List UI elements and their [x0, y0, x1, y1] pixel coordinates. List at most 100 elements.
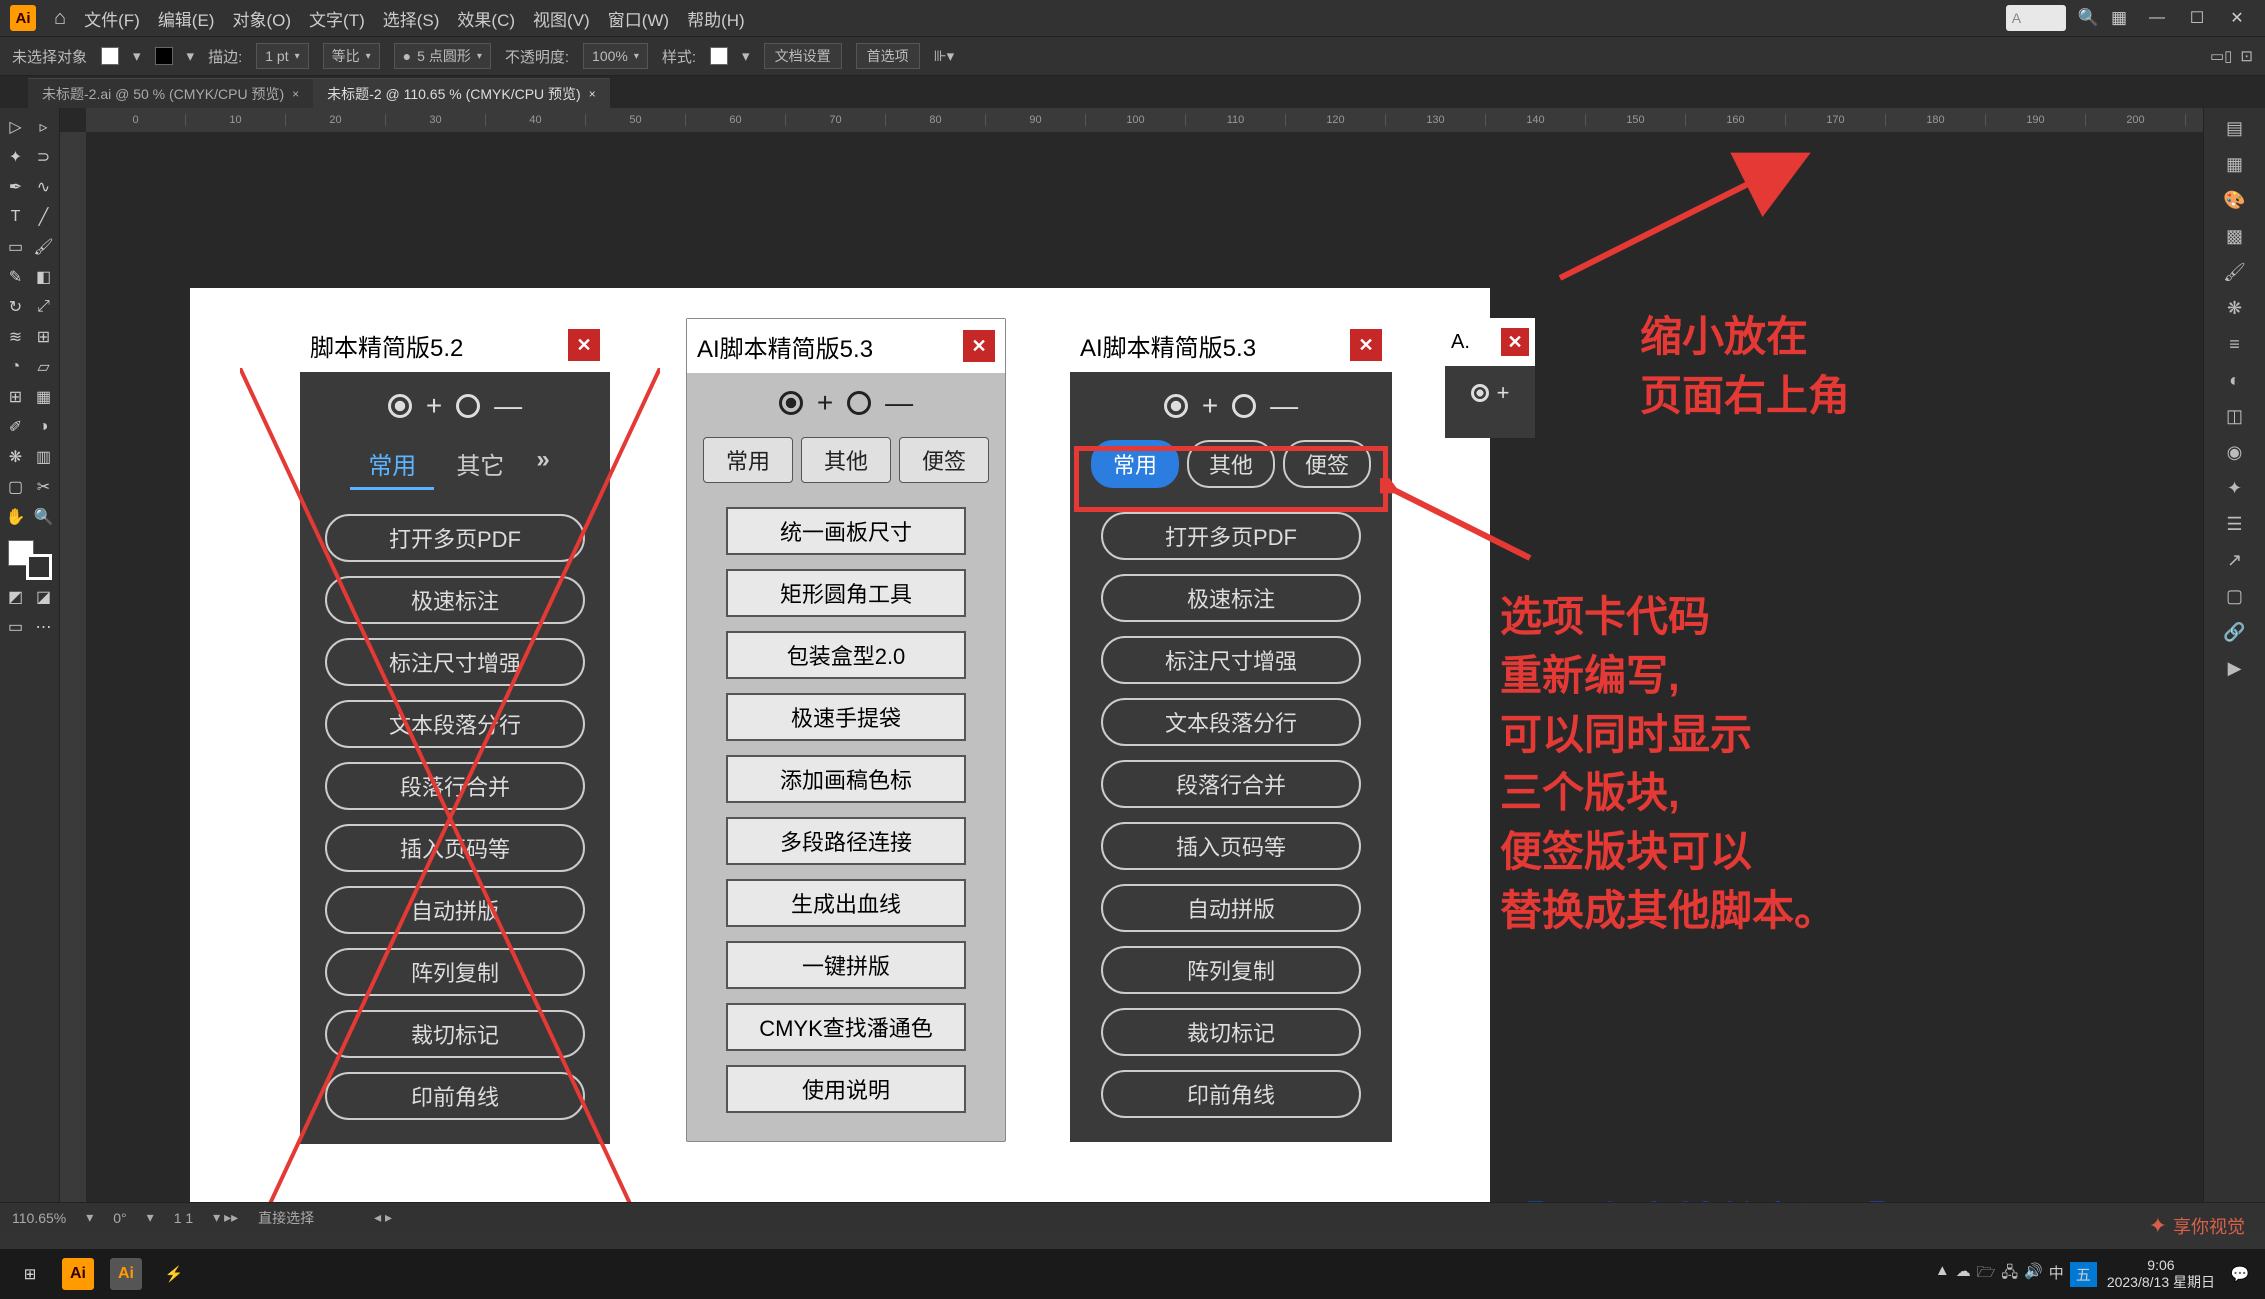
color-mode[interactable]: ◩ [3, 584, 29, 610]
script-button[interactable]: 标注尺寸增强 [1101, 636, 1361, 684]
notifications-button[interactable]: 💬 [2225, 1265, 2255, 1283]
zoom-controls[interactable]: + — [312, 390, 598, 422]
direct-selection-tool[interactable]: ▹ [31, 114, 57, 140]
close-icon[interactable]: × [292, 87, 299, 101]
panel-header[interactable]: AI脚本精简版5.3 ✕ [1070, 318, 1392, 372]
graph-tool[interactable]: ▥ [31, 444, 57, 470]
draw-mode[interactable]: ◪ [31, 584, 57, 610]
tray-icon[interactable]: 🖧 [2001, 1262, 2018, 1287]
hand-tool[interactable]: ✋ [3, 504, 29, 530]
width-tool[interactable]: ≋ [3, 324, 29, 350]
paintbrush-tool[interactable]: 🖌 [31, 234, 57, 260]
edit-toolbar[interactable]: ⋯ [31, 614, 57, 640]
rectangle-tool[interactable]: ▭ [3, 234, 29, 260]
shaper-tool[interactable]: ✎ [3, 264, 29, 290]
canvas[interactable]: 0102030405060708090100110120130140150160… [60, 108, 2203, 1232]
rotate-tool[interactable]: ↻ [3, 294, 29, 320]
zoom-level[interactable]: 110.65% [12, 1210, 66, 1226]
script-button[interactable]: 使用说明 [726, 1065, 966, 1113]
color-panel-icon[interactable]: 🎨 [2221, 186, 2249, 214]
script-button[interactable]: 打开多页PDF [1101, 512, 1361, 560]
swatches-panel-icon[interactable]: ▩ [2221, 222, 2249, 250]
blend-tool[interactable]: ◑ [31, 414, 57, 440]
stroke-weight-input[interactable]: 1 pt▾ [256, 43, 308, 69]
script-button[interactable]: CMYK查找潘通色 [726, 1003, 966, 1051]
tray-icon[interactable]: 🗁 [1977, 1262, 1996, 1287]
menu-window[interactable]: 窗口(W) [608, 6, 669, 31]
more-button[interactable]: » [526, 440, 559, 490]
script-button[interactable]: 自动拼版 [325, 886, 585, 934]
taskbar-app[interactable]: ⚡ [154, 1254, 194, 1294]
close-button[interactable]: ✕ [1501, 328, 1529, 356]
tray-icon[interactable]: ▲ [1935, 1262, 1950, 1287]
workspace-switcher-icon[interactable]: ▦ [2111, 8, 2127, 28]
tab-common[interactable]: 常用 [703, 437, 793, 483]
search-icon[interactable]: 🔍 [2078, 8, 2099, 28]
script-button[interactable]: 极速手提袋 [726, 693, 966, 741]
scale-tool[interactable]: ⤢ [31, 294, 57, 320]
script-button[interactable]: 自动拼版 [1101, 884, 1361, 932]
close-button[interactable]: ✕ [2219, 5, 2255, 31]
panel-header[interactable]: AI脚本精简版5.3 ✕ [687, 319, 1005, 373]
script-button[interactable]: 多段路径连接 [726, 817, 966, 865]
script-button[interactable]: 插入页码等 [325, 824, 585, 872]
selection-tool[interactable]: ▷ [3, 114, 29, 140]
panel-header[interactable]: 脚本精简版5.2 ✕ [300, 318, 610, 372]
stroke-swatch[interactable] [155, 47, 173, 65]
script-button[interactable]: 段落行合并 [325, 762, 585, 810]
script-button[interactable]: 文本段落分行 [1101, 698, 1361, 746]
fill-swatch[interactable] [101, 47, 119, 65]
style-swatch[interactable] [710, 47, 728, 65]
tray-icon[interactable]: 中 [2049, 1262, 2064, 1287]
stroke-panel-icon[interactable]: ≡ [2221, 330, 2249, 358]
libraries-panel-icon[interactable]: ▦ [2221, 150, 2249, 178]
eraser-tool[interactable]: ◧ [31, 264, 57, 290]
graphic-styles-panel-icon[interactable]: ✦ [2221, 474, 2249, 502]
script-button[interactable]: 一键拼版 [726, 941, 966, 989]
menu-edit[interactable]: 编辑(E) [158, 6, 215, 31]
brushes-panel-icon[interactable]: 🖌 [2221, 258, 2249, 286]
close-button[interactable]: ✕ [1350, 329, 1382, 361]
tab-other[interactable]: 其他 [801, 437, 891, 483]
script-button[interactable]: 文本段落分行 [325, 700, 585, 748]
free-transform-tool[interactable]: ⊞ [31, 324, 57, 350]
menu-select[interactable]: 选择(S) [383, 6, 440, 31]
panel-icon[interactable]: ▭▯ [2210, 47, 2232, 65]
symbols-panel-icon[interactable]: ❋ [2221, 294, 2249, 322]
menu-help[interactable]: 帮助(H) [687, 6, 745, 31]
search-input[interactable]: A [2006, 5, 2066, 31]
system-tray[interactable]: ▲ ☁ 🗁 🖧 🔊 中 五 [1935, 1262, 2097, 1287]
layers-panel-icon[interactable]: ☰ [2221, 510, 2249, 538]
tab-other[interactable]: 其它 [438, 440, 522, 490]
curvature-tool[interactable]: ∿ [31, 174, 57, 200]
menu-effect[interactable]: 效果(C) [457, 6, 515, 31]
script-button[interactable]: 统一画板尺寸 [726, 507, 966, 555]
tab-common[interactable]: 常用 [350, 440, 434, 490]
artboards-panel-icon[interactable]: ▢ [2221, 582, 2249, 610]
script-button[interactable]: 阵列复制 [325, 948, 585, 996]
script-button[interactable]: 生成出血线 [726, 879, 966, 927]
menu-view[interactable]: 视图(V) [533, 6, 590, 31]
menu-object[interactable]: 对象(O) [232, 6, 291, 31]
close-button[interactable]: ✕ [963, 330, 995, 362]
symbol-sprayer-tool[interactable]: ❋ [3, 444, 29, 470]
close-button[interactable]: ✕ [568, 329, 600, 361]
fill-stroke-control[interactable] [8, 540, 52, 580]
tray-icon[interactable]: ☁ [1956, 1262, 1971, 1287]
script-button[interactable]: 添加画稿色标 [726, 755, 966, 803]
document-tab[interactable]: 未标题-2 @ 110.65 % (CMYK/CPU 预览)× [313, 78, 610, 108]
tab-notes[interactable]: 便签 [1283, 440, 1371, 488]
perspective-tool[interactable]: ▱ [31, 354, 57, 380]
line-tool[interactable]: ╱ [31, 204, 57, 230]
taskbar-clock[interactable]: 9:06 2023/8/13 星期日 [2107, 1257, 2215, 1291]
tab-other[interactable]: 其他 [1187, 440, 1275, 488]
menu-type[interactable]: 文字(T) [309, 6, 365, 31]
artboard-nav[interactable]: 1 1 [174, 1210, 193, 1226]
ime-icon[interactable]: 五 [2070, 1262, 2097, 1287]
maximize-button[interactable]: ☐ [2179, 5, 2215, 31]
gradient-panel-icon[interactable]: ◐ [2221, 366, 2249, 394]
type-tool[interactable]: T [3, 204, 29, 230]
scale-mode-select[interactable]: 等比▾ [323, 43, 380, 69]
script-button[interactable]: 裁切标记 [1101, 1008, 1361, 1056]
eyedropper-tool[interactable]: ✐ [3, 414, 29, 440]
